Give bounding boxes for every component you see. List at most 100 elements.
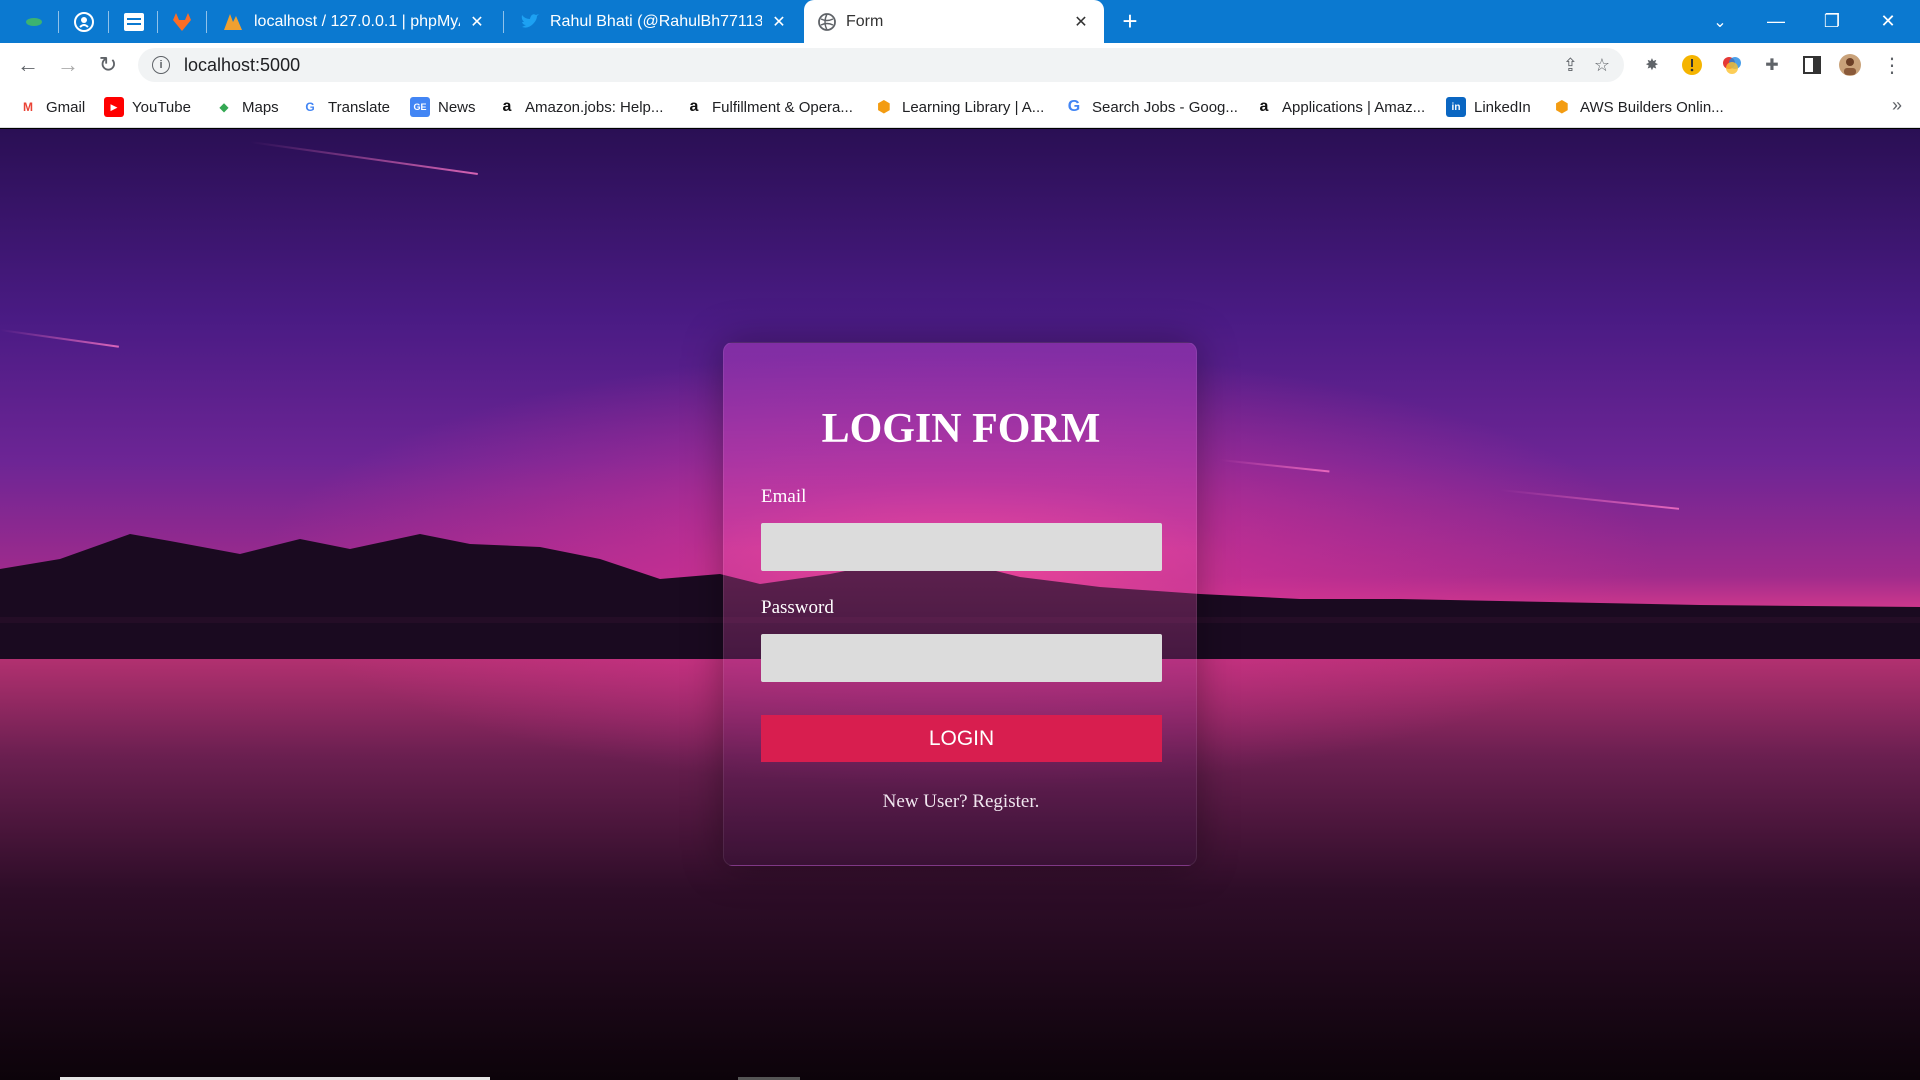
bookmark-label: Amazon.jobs: Help... — [525, 98, 664, 116]
maps-icon: ◆ — [219, 100, 229, 114]
email-label: Email — [761, 486, 807, 507]
address-bar[interactable]: i ⇪ ☆ — [138, 48, 1624, 82]
aws-cube-icon: ⬢ — [877, 99, 891, 116]
password-label: Password — [761, 597, 834, 618]
bookmark-search-jobs[interactable]: G Search Jobs - Goog... — [1064, 87, 1238, 127]
forward-button[interactable]: → — [52, 49, 84, 81]
bookmark-label: Fulfillment & Opera... — [712, 98, 853, 116]
arrow-right-icon: → — [57, 52, 79, 77]
share-icon[interactable]: ⇪ — [1563, 55, 1578, 76]
bookmark-label: Learning Library | A... — [902, 98, 1045, 116]
github-icon — [74, 11, 94, 32]
linkedin-icon: in — [1446, 97, 1466, 117]
tab-phpmyadmin[interactable]: localhost / 127.0.0.1 | phpMyAdmin ✕ — [208, 0, 500, 43]
bookmark-maps[interactable]: ◆ Maps — [214, 87, 279, 127]
bookmark-translate[interactable]: G Translate — [300, 87, 390, 127]
login-card: LOGIN FORM Email Password LOGIN New User… — [723, 342, 1197, 866]
aws-cube-icon: ⬢ — [1555, 99, 1569, 116]
bookmark-label: YouTube — [132, 98, 191, 116]
url-input[interactable] — [184, 54, 1084, 76]
globe-icon — [818, 12, 836, 31]
extension-bug-icon[interactable]: ✸ — [1640, 53, 1664, 77]
arrow-left-icon: ← — [17, 52, 39, 77]
bookmark-label: Translate — [328, 98, 390, 116]
register-link[interactable]: New User? Register. — [724, 791, 1198, 813]
bookmark-linkedin[interactable]: in LinkedIn — [1446, 87, 1531, 127]
extensions-puzzle-icon[interactable]: ✚ — [1760, 53, 1784, 77]
tab-search-button[interactable]: ⌄ — [1692, 0, 1748, 43]
tab-strip: localhost / 127.0.0.1 | phpMyAdmin ✕ Rah… — [0, 0, 1920, 43]
form-title: LOGIN FORM — [821, 406, 1101, 452]
close-icon[interactable]: ✕ — [770, 12, 788, 32]
youtube-icon: ▶ — [104, 97, 124, 117]
calendar-icon — [124, 12, 144, 31]
minimize-button[interactable]: — — [1748, 0, 1804, 43]
reload-icon: ↻ — [98, 52, 118, 77]
gitlab-icon — [173, 12, 191, 31]
reload-button[interactable]: ↻ — [92, 49, 124, 81]
menu-dots-icon[interactable]: ⋮ — [1880, 53, 1904, 77]
chevron-double-right-icon[interactable]: » — [1892, 95, 1902, 116]
bookmark-news[interactable]: GE News — [410, 87, 476, 127]
decorative-streak — [0, 329, 119, 348]
bookmark-star-icon[interactable]: ☆ — [1594, 55, 1610, 76]
chevron-down-icon: ⌄ — [1713, 13, 1727, 31]
email-input[interactable] — [761, 523, 1162, 571]
tab-form[interactable]: Form ✕ — [804, 0, 1104, 43]
gmail-icon: M — [23, 100, 33, 114]
bookmark-fulfillment[interactable]: a Fulfillment & Opera... — [684, 87, 853, 127]
bookmark-label: Search Jobs - Goog... — [1092, 98, 1238, 116]
login-button[interactable]: LOGIN — [761, 715, 1162, 762]
tab-title: Form — [846, 12, 884, 30]
phpmyadmin-icon — [224, 13, 242, 30]
news-icon: GE — [410, 97, 430, 117]
close-icon[interactable]: ✕ — [1072, 12, 1090, 32]
page-background: LOGIN FORM Email Password LOGIN New User… — [0, 129, 1920, 1080]
close-icon: ✕ — [1880, 11, 1896, 31]
translate-icon: G — [305, 100, 315, 114]
decorative-streak — [1219, 459, 1330, 473]
amazon-icon: a — [1259, 98, 1269, 115]
password-input[interactable] — [761, 634, 1162, 682]
back-button[interactable]: ← — [12, 49, 44, 81]
tab-title: localhost / 127.0.0.1 | phpMyAdmin — [254, 12, 460, 30]
bookmark-gmail[interactable]: M Gmail — [18, 87, 85, 127]
restore-button[interactable]: ❐ — [1804, 0, 1860, 43]
extension-yellow-icon[interactable] — [1680, 53, 1704, 77]
pinned-tab-3[interactable] — [110, 0, 158, 43]
profile-avatar[interactable] — [1838, 53, 1862, 77]
plus-icon: + — [1122, 6, 1138, 36]
close-window-button[interactable]: ✕ — [1860, 0, 1916, 43]
amazon-icon: a — [689, 98, 699, 115]
bookmark-label: News — [438, 98, 476, 116]
info-icon[interactable]: i — [152, 56, 170, 74]
bookmark-label: Applications | Amaz... — [1282, 98, 1426, 116]
bookmark-amazon-jobs[interactable]: a Amazon.jobs: Help... — [497, 87, 664, 127]
side-panel-icon[interactable] — [1800, 53, 1824, 77]
amazon-icon: a — [502, 98, 512, 115]
bookmarks-bar: M Gmail ▶ YouTube ◆ Maps G Translate GE … — [0, 87, 1920, 128]
bookmark-learning-library[interactable]: ⬢ Learning Library | A... — [874, 87, 1044, 127]
minimize-icon: — — [1767, 11, 1785, 31]
bookmark-aws-builders[interactable]: ⬢ AWS Builders Onlin... — [1552, 87, 1724, 127]
restore-icon: ❐ — [1823, 11, 1841, 31]
google-icon: G — [1067, 98, 1081, 115]
tab-title: Rahul Bhati (@RahulBh77113306) / Twitter — [550, 12, 762, 30]
pinned-tab-github[interactable] — [60, 0, 108, 43]
bookmark-label: AWS Builders Onlin... — [1580, 98, 1724, 116]
pinned-tab-gitlab[interactable] — [158, 0, 206, 43]
bookmark-label: LinkedIn — [1474, 98, 1531, 116]
bookmark-label: Maps — [242, 98, 279, 116]
leaf-icon — [26, 17, 42, 26]
pinned-tab-1[interactable] — [10, 0, 58, 43]
extension-color-icon[interactable] — [1720, 53, 1744, 77]
twitter-icon — [521, 13, 539, 28]
bookmark-youtube[interactable]: ▶ YouTube — [104, 87, 191, 127]
new-tab-button[interactable]: + — [1112, 0, 1148, 43]
bookmark-label: Gmail — [46, 98, 86, 116]
decorative-streak — [249, 141, 478, 176]
bookmark-applications[interactable]: a Applications | Amaz... — [1254, 87, 1426, 127]
browser-toolbar: ← → ↻ i ⇪ ☆ ✸ ✚ ⋮ — [0, 43, 1920, 87]
tab-twitter[interactable]: Rahul Bhati (@RahulBh77113306) / Twitter… — [506, 0, 802, 43]
close-icon[interactable]: ✕ — [468, 12, 486, 32]
